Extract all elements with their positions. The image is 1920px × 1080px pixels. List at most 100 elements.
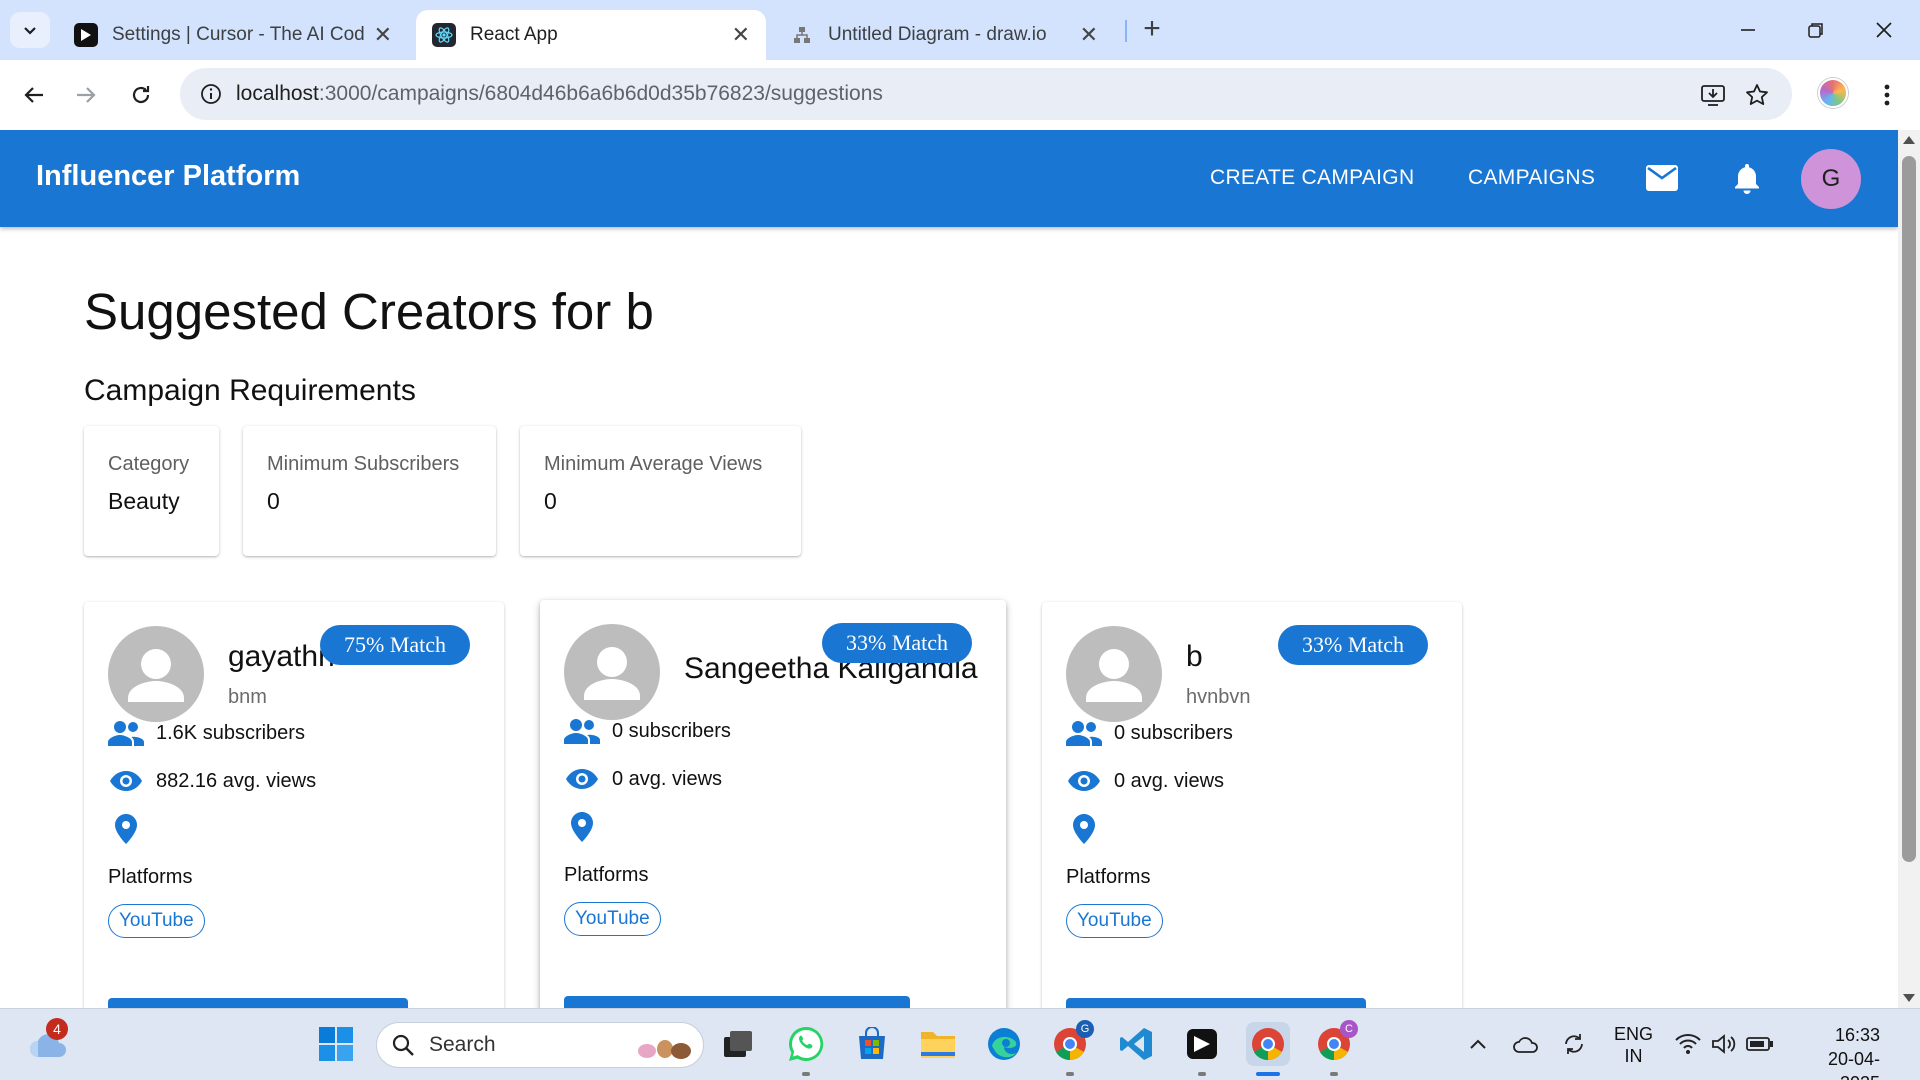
creator-avatar — [1066, 626, 1162, 722]
running-indicator-active — [1256, 1072, 1280, 1076]
profile-badge: C — [1340, 1020, 1358, 1038]
task-view-icon[interactable] — [716, 1022, 760, 1066]
creator-handle: bnm — [228, 686, 267, 708]
person-icon — [1086, 649, 1142, 702]
forward-arrow-icon[interactable] — [68, 77, 104, 113]
minimize-icon[interactable] — [1728, 12, 1768, 48]
browser-tabstrip: Settings | Cursor - The AI Code ✕ React … — [0, 0, 1920, 60]
running-indicator — [802, 1072, 810, 1076]
wifi-icon[interactable] — [1668, 1022, 1708, 1066]
bell-icon[interactable] — [1727, 158, 1767, 198]
subscriber-count: 0 subscribers — [564, 716, 731, 746]
tab-search-button[interactable] — [10, 12, 50, 48]
react-icon — [432, 23, 456, 47]
requirement-label: Minimum Subscribers — [267, 453, 460, 475]
scroll-up-arrow-icon[interactable] — [1903, 136, 1915, 144]
location-pin-icon — [108, 812, 144, 846]
scrollbar-thumb[interactable] — [1902, 156, 1916, 862]
reload-icon[interactable] — [123, 77, 159, 113]
sync-icon[interactable] — [1552, 1022, 1596, 1066]
brand-title[interactable]: Influencer Platform — [36, 160, 300, 193]
address-bar[interactable]: localhost:3000/campaigns/6804d46b6a6b6d0… — [180, 68, 1792, 120]
volume-icon[interactable] — [1704, 1022, 1744, 1066]
page-title: Suggested Creators for b — [84, 283, 654, 340]
taskbar-search[interactable]: Search — [376, 1022, 704, 1068]
platforms-label: Platforms — [1066, 866, 1151, 888]
requirement-card-category: Category Beauty — [84, 426, 219, 556]
eye-icon — [108, 766, 144, 796]
windows-start-icon[interactable] — [314, 1022, 358, 1066]
people-icon — [564, 716, 600, 746]
bookmark-star-icon[interactable] — [1742, 80, 1772, 110]
microsoft-store-icon[interactable] — [850, 1022, 894, 1066]
location-pin-icon — [564, 810, 600, 844]
tab-cursor-settings[interactable]: Settings | Cursor - The AI Code ✕ — [58, 10, 408, 60]
subscriber-count: 1.6K subscribers — [108, 718, 305, 748]
tab-separator — [1125, 20, 1127, 42]
search-icon — [392, 1034, 414, 1056]
creator-action-button[interactable] — [564, 996, 910, 1008]
file-explorer-icon[interactable] — [916, 1022, 960, 1066]
chrome-profile-c-icon[interactable]: C — [1312, 1020, 1358, 1066]
scroll-down-arrow-icon[interactable] — [1903, 994, 1915, 1002]
browser-profile-avatar[interactable] — [1818, 78, 1848, 108]
close-window-icon[interactable] — [1864, 12, 1904, 48]
edge-icon[interactable] — [982, 1022, 1026, 1066]
close-icon[interactable]: ✕ — [374, 22, 392, 48]
location-pin-icon — [1066, 812, 1102, 846]
tab-drawio[interactable]: Untitled Diagram - draw.io ✕ — [774, 10, 1114, 60]
search-highlight-decoration — [635, 1029, 693, 1061]
user-avatar[interactable]: G — [1801, 149, 1861, 209]
more-menu-icon[interactable] — [1872, 78, 1902, 112]
platforms-label: Platforms — [564, 864, 649, 886]
chrome-profile-g-icon[interactable]: G — [1048, 1020, 1094, 1066]
campaigns-link[interactable]: CAMPAIGNS — [1468, 166, 1595, 190]
install-app-icon[interactable] — [1698, 80, 1728, 110]
page-scrollbar[interactable] — [1898, 130, 1920, 1008]
close-icon[interactable]: ✕ — [732, 22, 750, 48]
creator-avatar — [108, 626, 204, 722]
creator-action-button[interactable] — [1066, 998, 1366, 1008]
create-campaign-link[interactable]: CREATE CAMPAIGN — [1210, 166, 1414, 190]
tab-label: Untitled Diagram - draw.io — [828, 24, 1047, 45]
eye-icon — [564, 764, 600, 794]
weather-notification-badge: 4 — [46, 1018, 68, 1040]
vscode-icon[interactable] — [1114, 1022, 1158, 1066]
creator-card[interactable]: gayathri bnm 75% Match 1.6K subscribers … — [84, 602, 504, 1008]
diagram-icon — [790, 23, 814, 47]
tab-label: React App — [470, 24, 558, 45]
match-badge: 75% Match — [320, 625, 471, 665]
person-icon — [584, 647, 640, 700]
search-placeholder: Search — [429, 1033, 496, 1056]
requirement-label: Minimum Average Views — [544, 453, 763, 475]
creator-card[interactable]: Sangeetha Kaligandla 33% Match 0 subscri… — [540, 600, 1006, 1008]
match-badge: 33% Match — [822, 623, 973, 663]
tab-react-app[interactable]: React App ✕ — [416, 10, 766, 60]
back-arrow-icon[interactable] — [16, 77, 52, 113]
creator-card[interactable]: b hvnbvn 33% Match 0 subscribers 0 avg. … — [1042, 602, 1462, 1008]
requirement-value: 0 — [544, 488, 557, 514]
whatsapp-icon[interactable] — [784, 1022, 828, 1066]
people-icon — [1066, 718, 1102, 748]
cursor-app-icon[interactable] — [1180, 1022, 1224, 1066]
mail-icon[interactable] — [1642, 158, 1682, 198]
taskbar: Search G C ENG IN 16:33 20-04- — [0, 1008, 1920, 1080]
site-info-icon[interactable] — [200, 83, 222, 105]
new-tab-button[interactable]: + — [1137, 14, 1167, 44]
clock[interactable]: 16:33 20-04-2025 — [1796, 1023, 1880, 1080]
platform-chip: YouTube — [1066, 904, 1163, 938]
battery-icon[interactable] — [1740, 1022, 1780, 1066]
creator-action-button[interactable] — [108, 998, 408, 1008]
language-indicator[interactable]: ENG IN — [1614, 1023, 1653, 1067]
restore-icon[interactable] — [1796, 12, 1836, 48]
onedrive-icon[interactable] — [1504, 1022, 1548, 1066]
profile-badge: G — [1076, 1020, 1094, 1038]
creator-name: b — [1186, 640, 1203, 673]
chevron-down-icon — [24, 27, 36, 35]
close-icon[interactable]: ✕ — [1080, 22, 1098, 48]
requirement-value: Beauty — [108, 488, 180, 514]
app-header: Influencer Platform CREATE CAMPAIGN CAMP… — [0, 130, 1898, 227]
chrome-active-icon[interactable] — [1246, 1022, 1290, 1066]
chevron-up-icon[interactable] — [1456, 1022, 1500, 1066]
requirement-card-min-avg-views: Minimum Average Views 0 — [520, 426, 801, 556]
